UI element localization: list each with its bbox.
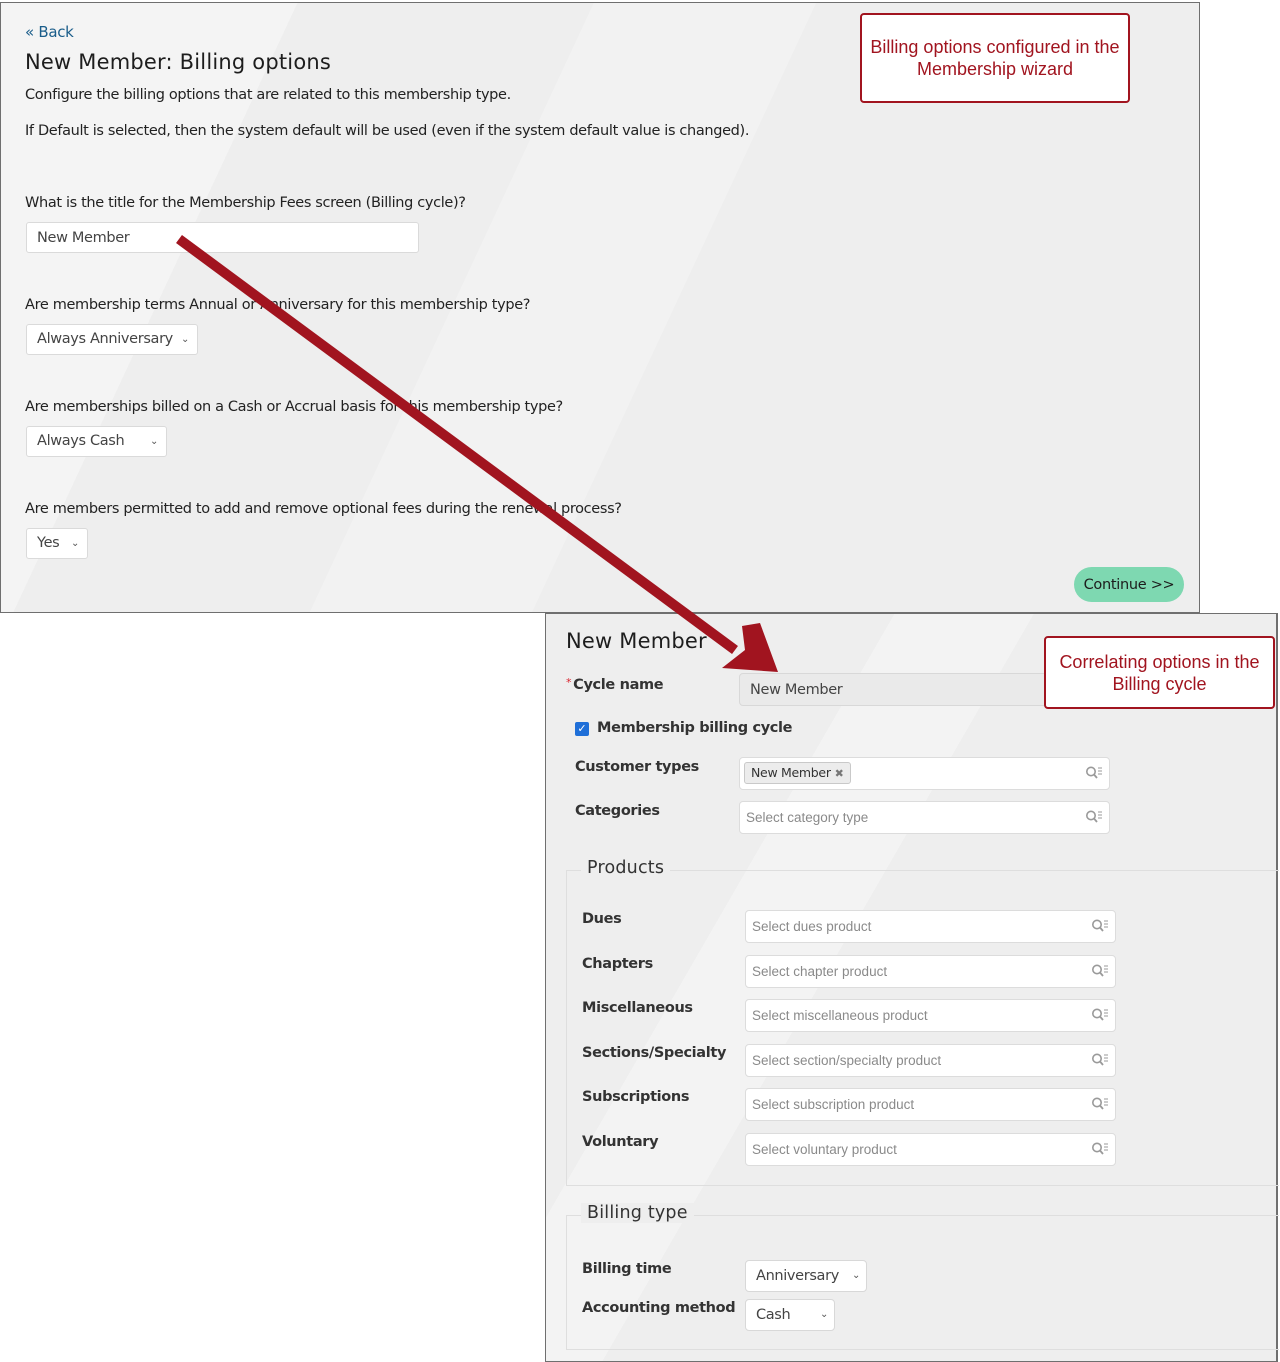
product-lookup-sections-specialty[interactable]: Select section/specialty product <box>745 1043 1116 1077</box>
search-list-icon[interactable] <box>1091 1007 1109 1023</box>
customer-types-label: Customer types <box>575 759 699 775</box>
product-placeholder: Select miscellaneous product <box>752 1008 928 1024</box>
billing-type-legend: Billing type <box>581 1203 694 1223</box>
product-lookup-chapters[interactable]: Select chapter product <box>745 954 1116 988</box>
term-select[interactable]: Always Anniversary ⌄ <box>26 324 198 355</box>
billing-time-label: Billing time <box>582 1261 672 1277</box>
billing-cycle-panel: New Member *Cycle name ✓ Membership bill… <box>545 613 1279 1362</box>
search-list-icon[interactable] <box>1091 1141 1109 1157</box>
products-legend: Products <box>581 858 671 878</box>
product-placeholder: Select voluntary product <box>752 1142 897 1157</box>
cycle-name-label: * Cycle name <box>566 676 664 693</box>
product-placeholder: Select section/specialty product <box>752 1052 942 1068</box>
product-label-voluntary: Voluntary <box>582 1134 659 1150</box>
membership-billing-cycle-label: Membership billing cycle <box>597 720 793 736</box>
product-lookup-miscellaneous[interactable]: Select miscellaneous product <box>745 999 1116 1033</box>
customer-type-tag-label: New Member <box>751 765 831 780</box>
products-fieldset: Products Dues Select dues product Chapters… <box>566 858 1279 1186</box>
product-placeholder: Select dues product <box>752 919 872 934</box>
chevron-down-icon: ⌄ <box>819 1309 828 1320</box>
default-note: If Default is selected, then the system … <box>25 123 750 139</box>
product-label-chapters: Chapters <box>582 955 653 972</box>
accounting-method-select[interactable]: Cash ⌄ <box>745 1299 835 1331</box>
customer-types-lookup[interactable]: New Member ✖ <box>739 757 1110 790</box>
chevron-down-icon: ⌄ <box>851 1270 860 1281</box>
membership-billing-cycle-checkbox[interactable]: ✓ <box>575 722 589 736</box>
accounting-method-label: Accounting method <box>582 1300 736 1316</box>
basis-select-value: Always Cash <box>37 433 125 449</box>
categories-lookup[interactable]: Select category type <box>739 801 1110 834</box>
basis-question-label: Are memberships billed on a Cash or Accr… <box>25 399 563 415</box>
callout-wizard: Billing options configured in the Member… <box>860 13 1130 103</box>
optional-fees-select-value: Yes <box>37 535 60 551</box>
callout-billing-cycle: Correlating options in the Billing cycle <box>1044 636 1275 709</box>
term-question-label: Are membership terms Annual or Anniversa… <box>25 297 531 313</box>
back-link[interactable]: « Back <box>25 23 74 41</box>
search-list-icon[interactable] <box>1085 809 1103 825</box>
product-placeholder: Select subscription product <box>752 1097 915 1113</box>
product-lookup-subscriptions[interactable]: Select subscription product <box>745 1088 1116 1122</box>
intro-text: Configure the billing options that are r… <box>25 87 511 103</box>
accounting-method-value: Cash <box>756 1307 791 1323</box>
cycle-name-label-text: Cycle name <box>573 677 664 693</box>
continue-button[interactable]: Continue >> <box>1074 567 1184 602</box>
search-list-icon[interactable] <box>1091 1096 1109 1112</box>
billing-cycle-title: New Member <box>566 629 707 653</box>
product-label-dues: Dues <box>582 911 622 927</box>
optional-fees-select[interactable]: Yes ⌄ <box>26 528 88 559</box>
categories-placeholder: Select category type <box>746 810 869 825</box>
optional-fees-question-label: Are members permitted to add and remove … <box>25 501 622 517</box>
page-title: New Member: Billing options <box>25 50 332 74</box>
customer-type-tag: New Member ✖ <box>744 762 851 784</box>
search-list-icon[interactable] <box>1091 1052 1109 1068</box>
billing-time-select[interactable]: Anniversary ⌄ <box>745 1260 867 1292</box>
search-list-icon[interactable] <box>1091 918 1109 934</box>
billing-type-fieldset: Billing type Billing time Anniversary ⌄ … <box>566 1203 1279 1350</box>
title-question-label: What is the title for the Membership Fee… <box>25 195 466 211</box>
product-label-subscriptions: Subscriptions <box>582 1089 690 1106</box>
term-select-value: Always Anniversary <box>37 331 173 347</box>
chevron-down-icon: ⌄ <box>180 334 189 345</box>
product-lookup-dues[interactable]: Select dues product <box>745 910 1116 943</box>
product-label-sections-specialty: Sections/Specialty <box>582 1044 727 1061</box>
billing-time-value: Anniversary <box>756 1268 839 1284</box>
product-placeholder: Select chapter product <box>752 963 888 979</box>
search-list-icon[interactable] <box>1085 765 1103 781</box>
billing-cycle-title-input[interactable] <box>26 222 419 253</box>
search-list-icon[interactable] <box>1091 963 1109 979</box>
basis-select[interactable]: Always Cash ⌄ <box>26 426 167 457</box>
remove-tag-icon[interactable]: ✖ <box>835 767 844 780</box>
chevron-down-icon: ⌄ <box>70 538 79 549</box>
required-marker: * <box>566 676 572 689</box>
product-lookup-voluntary[interactable]: Select voluntary product <box>745 1133 1116 1166</box>
product-label-miscellaneous: Miscellaneous <box>582 1000 693 1017</box>
chevron-down-icon: ⌄ <box>149 436 158 447</box>
categories-label: Categories <box>575 803 660 819</box>
